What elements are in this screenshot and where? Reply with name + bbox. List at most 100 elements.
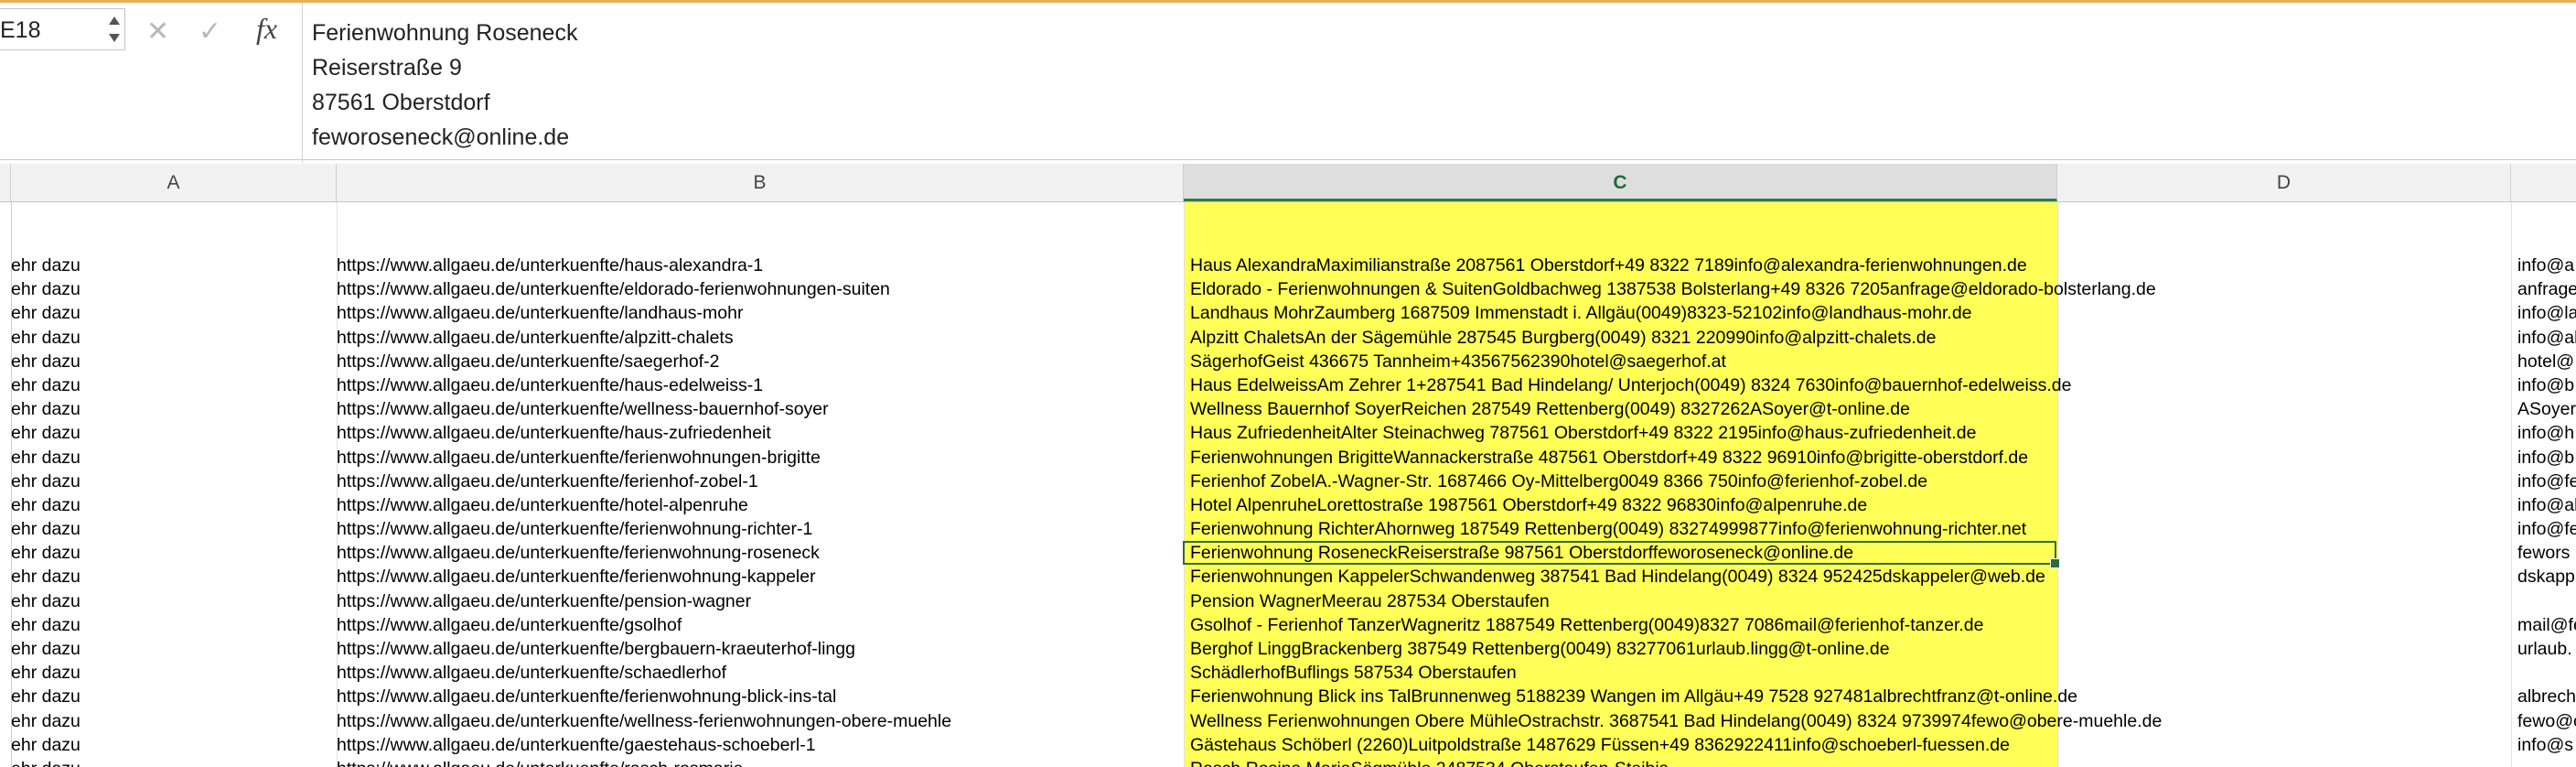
cell-e[interactable]: mail@fe — [2517, 613, 2576, 637]
cell-e[interactable]: info@fe — [2517, 470, 2576, 493]
fill-handle[interactable] — [2050, 558, 2060, 569]
cell-b[interactable]: https://www.allgaeu.de/unterkuenfte/berg… — [337, 637, 855, 661]
cell-c[interactable]: SchädlerhofBuflings 587534 Oberstaufen — [1190, 661, 1517, 685]
cell-a[interactable]: ehr dazu — [11, 733, 80, 757]
cell-a[interactable]: ehr dazu — [11, 637, 80, 661]
table-row[interactable]: ehr dazu https://www.allgaeu.de/unterkuen… — [0, 446, 2576, 470]
cell-b[interactable]: https://www.allgaeu.de/unterkuenfte/well… — [337, 397, 829, 421]
cell-c[interactable]: Wellness Bauernhof SoyerReichen 287549 R… — [1190, 397, 1910, 421]
cell-c[interactable]: Haus EdelweissAm Zehrer 1+287541 Bad Hin… — [1190, 373, 2071, 397]
cell-b[interactable]: https://www.allgaeu.de/unterkuenfte/hote… — [337, 493, 748, 517]
cell-b[interactable]: https://www.allgaeu.de/unterkuenfte/haus… — [337, 254, 763, 277]
table-row[interactable]: ehr dazu https://www.allgaeu.de/unterkuen… — [0, 757, 2576, 767]
cell-b[interactable]: https://www.allgaeu.de/unterkuenfte/saeg… — [337, 350, 719, 373]
cell-a[interactable]: ehr dazu — [11, 541, 80, 565]
cell-a[interactable]: ehr dazu — [11, 421, 80, 445]
table-row[interactable]: ehr dazu https://www.allgaeu.de/unterkuen… — [0, 493, 2576, 517]
cell-a[interactable]: ehr dazu — [11, 397, 80, 421]
cell-a[interactable]: ehr dazu — [11, 685, 80, 708]
cell-c[interactable]: SägerhofGeist 436675 Tannheim+4356756239… — [1190, 350, 1726, 373]
cell-e[interactable]: fewo@c — [2517, 709, 2576, 733]
cell-a[interactable]: ehr dazu — [11, 254, 80, 277]
table-row[interactable]: ehr dazu https://www.allgaeu.de/unterkuen… — [0, 397, 2576, 421]
table-row[interactable]: ehr dazu https://www.allgaeu.de/unterkuen… — [0, 301, 2576, 325]
cell-b[interactable]: https://www.allgaeu.de/unterkuenfte/land… — [337, 301, 743, 325]
cell-e[interactable]: hotel@ — [2517, 350, 2574, 373]
cell-b[interactable]: https://www.allgaeu.de/unterkuenfte/haus… — [337, 421, 771, 445]
cell-e[interactable]: info@a — [2517, 254, 2574, 277]
cell-b[interactable]: https://www.allgaeu.de/unterkuenfte/feri… — [337, 470, 758, 493]
table-row[interactable]: ehr dazu https://www.allgaeu.de/unterkuen… — [0, 637, 2576, 661]
table-row[interactable]: ehr dazu https://www.allgaeu.de/unterkuen… — [0, 661, 2576, 685]
cell-b[interactable]: https://www.allgaeu.de/unterkuenfte/eldo… — [337, 277, 890, 301]
cell-c[interactable]: Hotel AlpenruheLorettostraße 1987561 Obe… — [1190, 493, 1867, 517]
cell-a[interactable]: ehr dazu — [11, 277, 80, 301]
cell-c[interactable]: Ferienwohnungen BrigitteWannackerstraße … — [1190, 446, 2028, 470]
cell-e[interactable]: fewors — [2517, 541, 2570, 565]
cell-b[interactable]: https://www.allgaeu.de/unterkuenfte/gaes… — [337, 733, 816, 757]
cell-b[interactable]: https://www.allgaeu.de/unterkuenfte/scha… — [337, 661, 726, 685]
cell-c[interactable]: Ferienwohnungen KappelerSchwandenweg 387… — [1190, 565, 2045, 589]
cell-a[interactable]: ehr dazu — [11, 613, 80, 637]
cell-a[interactable]: ehr dazu — [11, 589, 80, 613]
cell-c[interactable]: Pension WagnerMeerau 287534 Oberstaufen — [1190, 589, 1550, 613]
accept-edit-icon[interactable]: ✓ — [199, 16, 221, 48]
cell-a[interactable]: ehr dazu — [11, 493, 80, 517]
cell-b[interactable]: https://www.allgaeu.de/unterkuenfte/feri… — [337, 565, 816, 589]
table-row[interactable]: ehr dazu https://www.allgaeu.de/unterkuen… — [0, 613, 2576, 637]
cell-a[interactable]: ehr dazu — [11, 565, 80, 589]
cell-c[interactable]: Rasch Rosina MariaSägmühle 2487534 Obers… — [1190, 757, 1668, 767]
function-icon[interactable]: fx — [256, 12, 277, 46]
table-row[interactable]: ehr dazu https://www.allgaeu.de/unterkuen… — [0, 254, 2576, 277]
cell-a[interactable]: ehr dazu — [11, 373, 80, 397]
cell-e[interactable]: ASoyer — [2517, 397, 2576, 421]
cell-e[interactable]: dskapp — [2517, 565, 2575, 589]
cell-a[interactable]: ehr dazu — [11, 446, 80, 470]
chevron-up-icon[interactable] — [109, 16, 120, 25]
cell-c[interactable]: Haus AlexandraMaximilianstraße 2087561 O… — [1190, 254, 2027, 277]
cell-a[interactable]: ehr dazu — [11, 326, 80, 350]
cell-a[interactable]: ehr dazu — [11, 470, 80, 493]
table-row[interactable]: ehr dazu https://www.allgaeu.de/unterkuen… — [0, 709, 2576, 733]
cell-a[interactable]: ehr dazu — [11, 661, 80, 685]
cell-a[interactable]: ehr dazu — [11, 301, 80, 325]
table-row[interactable]: ehr dazu https://www.allgaeu.de/unterkuen… — [0, 470, 2576, 493]
cell-c[interactable]: Landhaus MohrZaumberg 1687509 Immenstadt… — [1190, 301, 1972, 325]
column-header-c[interactable]: C — [1184, 164, 2057, 201]
cell-c[interactable]: Wellness Ferienwohnungen Obere MühleOstr… — [1190, 709, 2162, 733]
cell-a[interactable]: ehr dazu — [11, 350, 80, 373]
cell-c[interactable]: Eldorado - Ferienwohnungen & SuitenGoldb… — [1190, 277, 2156, 301]
cell-b[interactable]: https://www.allgaeu.de/unterkuenfte/pens… — [337, 589, 751, 613]
cell-b[interactable]: https://www.allgaeu.de/unterkuenfte/feri… — [337, 685, 836, 708]
cell-e[interactable]: info@fe — [2517, 517, 2576, 541]
select-all-corner[interactable] — [0, 164, 11, 201]
column-header-b[interactable]: B — [337, 164, 1184, 201]
name-box-stepper[interactable] — [106, 13, 121, 46]
cell-c[interactable]: Gästehaus Schöberl (2260)Luitpoldstraße … — [1190, 733, 2010, 757]
cell-c[interactable]: Haus ZufriedenheitAlter Steinachweg 7875… — [1190, 421, 1976, 445]
table-row[interactable]: ehr dazu https://www.allgaeu.de/unterkuen… — [0, 517, 2576, 541]
table-row[interactable]: ehr dazu https://www.allgaeu.de/unterkuen… — [0, 326, 2576, 350]
cell-b[interactable]: https://www.allgaeu.de/unterkuenfte/well… — [337, 709, 951, 733]
table-row[interactable]: ehr dazu https://www.allgaeu.de/unterkuen… — [0, 541, 2576, 569]
name-box-value[interactable]: E18 — [0, 17, 40, 44]
spreadsheet-grid[interactable]: ehr dazu https://www.allgaeu.de/unterkuen… — [0, 202, 2576, 767]
table-row[interactable]: ehr dazu https://www.allgaeu.de/unterkuen… — [0, 733, 2576, 757]
cell-e[interactable]: info@h — [2517, 421, 2574, 445]
cell-c[interactable]: Ferienhof ZobelA.-Wagner-Str. 1687466 Oy… — [1190, 470, 1927, 493]
table-row[interactable]: ehr dazu https://www.allgaeu.de/unterkuen… — [0, 565, 2576, 589]
cell-a[interactable]: ehr dazu — [11, 517, 80, 541]
column-header-d[interactable]: D — [2057, 164, 2511, 201]
name-box[interactable]: E18 — [0, 8, 125, 50]
table-row[interactable]: ehr dazu https://www.allgaeu.de/unterkuen… — [0, 589, 2576, 613]
cell-b[interactable]: https://www.allgaeu.de/unterkuenfte/gsol… — [337, 613, 682, 637]
cell-c[interactable]: Ferienwohnung RichterAhornweg 187549 Ret… — [1190, 517, 2026, 541]
cell-e[interactable]: anfrage — [2517, 277, 2576, 301]
chevron-down-icon[interactable] — [109, 34, 120, 42]
cell-c[interactable]: Gsolhof - Ferienhof TanzerWagneritz 1887… — [1190, 613, 1984, 637]
cell-e[interactable]: info@b — [2517, 446, 2574, 470]
cell-b[interactable]: https://www.allgaeu.de/unterkuenfte/alpz… — [337, 326, 734, 350]
cancel-edit-icon[interactable]: ✕ — [146, 16, 169, 48]
cell-e[interactable]: urlaub. — [2517, 637, 2572, 661]
cell-b[interactable]: https://www.allgaeu.de/unterkuenfte/haus… — [337, 373, 763, 397]
